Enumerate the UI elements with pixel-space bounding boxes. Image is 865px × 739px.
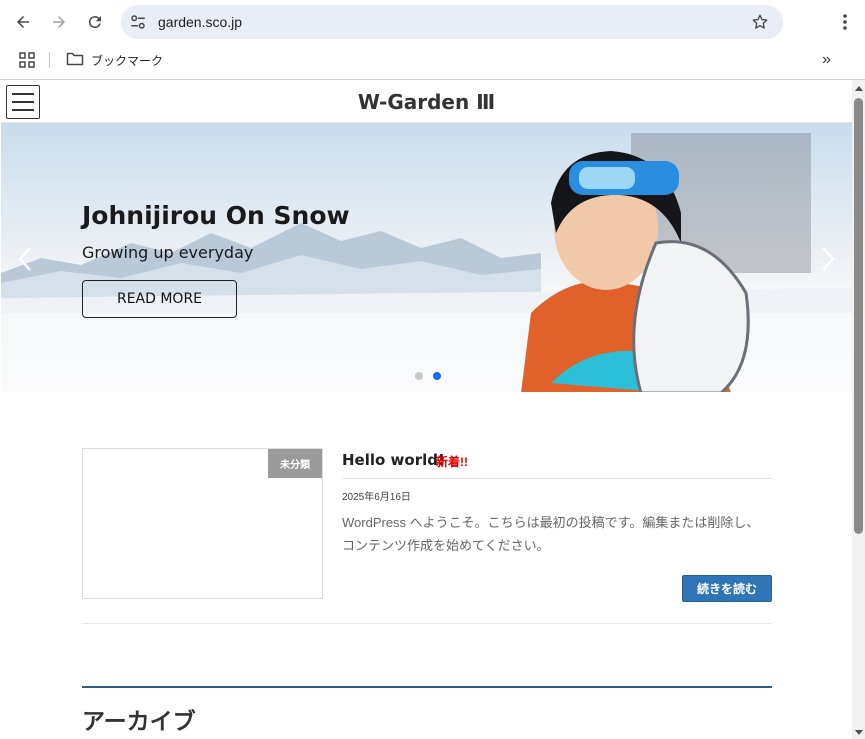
read-more-button[interactable]: READ MORE [82, 280, 237, 318]
post-excerpt: WordPress へようこそ。こちらは最初の投稿です。編集または削除し、コンテ… [342, 515, 760, 553]
chevron-right-icon[interactable] [819, 245, 837, 273]
child-with-snowboard-image [521, 133, 811, 392]
site-settings-icon[interactable] [129, 13, 147, 31]
hero-title: Johnijirou On Snow [82, 201, 350, 230]
bookmark-star-icon[interactable] [751, 13, 769, 31]
archive-heading: アーカイブ [82, 708, 196, 734]
card-divider [82, 623, 772, 624]
back-button[interactable] [11, 10, 35, 34]
bookmarks-bar: ブックマーク » [0, 44, 865, 76]
address-bar[interactable]: garden.sco.jp [121, 5, 783, 39]
post-title[interactable]: Hello world! [342, 451, 445, 469]
browser-menu-icon[interactable] [836, 12, 854, 32]
scroll-down-arrow-icon[interactable] [855, 730, 863, 735]
site-title[interactable]: W-Garden Ⅲ [1, 90, 852, 114]
post-title-divider [342, 478, 772, 479]
arrow-left-icon [17, 16, 29, 28]
continue-reading-button[interactable]: 続きを読む [682, 575, 772, 602]
slide-indicator-2[interactable] [433, 372, 441, 380]
slider-indicators [415, 372, 441, 380]
folder-icon[interactable] [66, 51, 84, 67]
url-text[interactable]: garden.sco.jp [158, 14, 242, 30]
reload-button[interactable] [83, 10, 107, 34]
archive-rule [82, 686, 772, 688]
hero-slider: Johnijirou On Snow Growing up everyday R… [1, 123, 852, 392]
arrow-right-icon [53, 16, 65, 28]
new-post-badge: 新着!! [436, 455, 468, 469]
bookmarks-separator [49, 52, 50, 68]
page-scrollbar[interactable] [852, 80, 865, 739]
bookmarks-overflow-button[interactable]: » [822, 51, 831, 69]
scrollbar-thumb[interactable] [854, 98, 863, 534]
post-date: 2025年6月16日 [342, 492, 411, 503]
forward-button[interactable] [47, 10, 71, 34]
site-header: W-Garden Ⅲ [1, 80, 852, 123]
post-thumbnail[interactable]: 未分類 [82, 448, 323, 599]
reload-icon [88, 16, 101, 29]
chevron-left-icon[interactable] [16, 245, 34, 273]
hero-subtitle: Growing up everyday [82, 243, 254, 262]
browser-toolbar: garden.sco.jp [0, 0, 865, 44]
category-badge[interactable]: 未分類 [268, 449, 322, 478]
slide-indicator-1[interactable] [415, 372, 423, 380]
scroll-up-arrow-icon[interactable] [855, 86, 863, 91]
page-viewport: W-Garden Ⅲ Johnijirou On Snow Growing up… [1, 80, 852, 739]
apps-grid-icon[interactable] [19, 52, 35, 68]
bookmark-folder-label[interactable]: ブックマーク [91, 52, 163, 69]
